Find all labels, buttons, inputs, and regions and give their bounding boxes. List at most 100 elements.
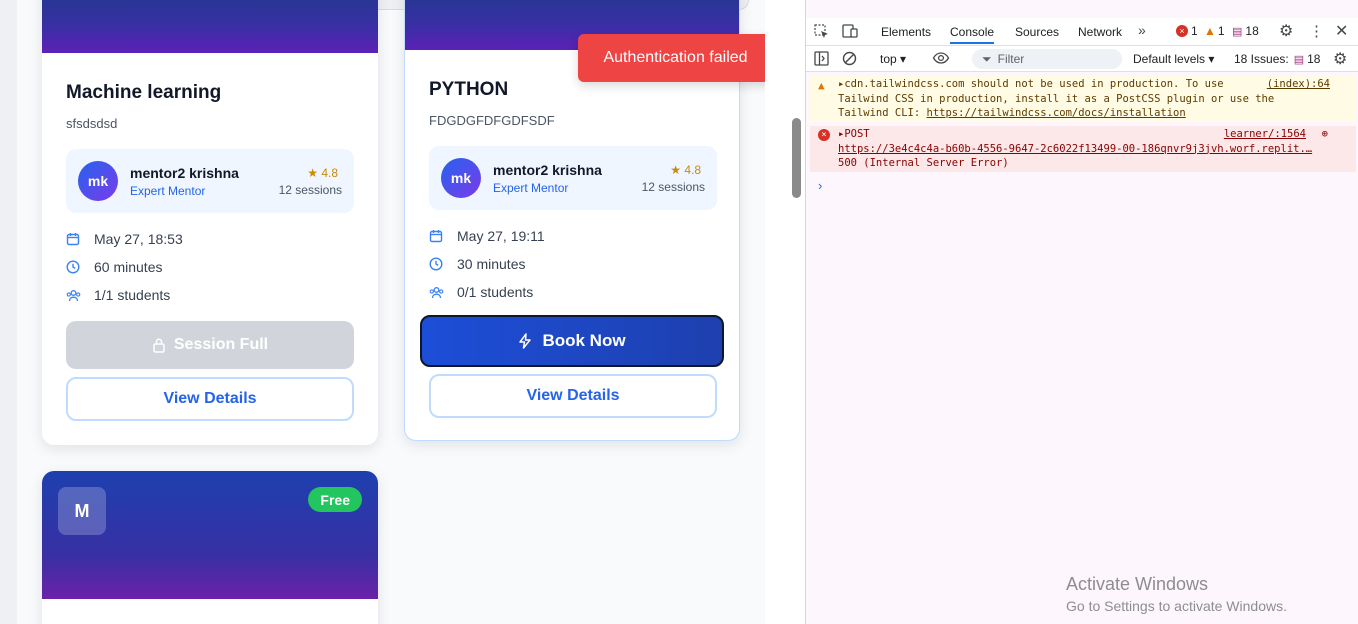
view-details-button[interactable]: View Details [66,377,354,421]
session-title: PYTHON [429,79,509,100]
context-selector[interactable]: top ▾ [880,52,906,66]
info-counter[interactable]: ▤ 18 [1232,24,1259,38]
issues-icon: ▤ [1293,53,1305,66]
log-levels-dropdown[interactable]: Default levels ▾ [1133,52,1214,66]
session-full-label: Session Full [173,336,269,353]
free-badge: Free [308,487,362,512]
levels-label: Default levels [1133,52,1206,66]
duration-text: 60 minutes [94,259,163,275]
devtools-tabbar: Elements Console Sources Network » × 1 ▲… [806,18,1358,46]
more-options-icon[interactable]: ⋮ [1309,22,1324,40]
view-details-button[interactable]: View Details [429,374,717,418]
console-settings-icon[interactable]: ⚙ [1333,49,1347,69]
session-card-machine-learning: Machine learning sfsdsdsd mk mentor2 kri… [42,0,378,445]
lock-icon [152,337,166,353]
device-toolbar-icon[interactable] [842,23,858,42]
mentor-box: mk mentor2 krishna Expert Mentor ★ 4.8 1… [66,149,354,213]
session-date: May 27, 19:11 [429,226,545,246]
students-text: 0/1 students [457,284,534,300]
tab-console[interactable]: Console [950,25,995,44]
mentor-role: Expert Mentor [493,181,569,195]
session-title: Machine learning [66,82,222,103]
mentor-box: mk mentor2 krishna Expert Mentor ★ 4.8 1… [429,146,717,210]
users-icon [66,287,82,303]
watermark-subtitle: Go to Settings to activate Windows. [1066,598,1287,614]
warning-counter[interactable]: ▲ 1 [1204,24,1225,38]
session-date: May 27, 18:53 [66,229,183,249]
session-description: sfsdsdsd [66,116,118,131]
calendar-icon [66,231,82,247]
date-text: May 27, 19:11 [457,228,545,244]
calendar-icon [429,228,445,244]
users-icon [429,284,445,300]
card-banner [42,0,378,53]
sessions-page: Machine learning sfsdsdsd mk mentor2 kri… [17,0,765,624]
issues-label: 18 Issues: [1234,52,1289,66]
clock-icon [66,259,82,275]
issues-link[interactable]: 18 Issues: ▤ 18 [1234,52,1320,66]
tailwind-docs-link[interactable]: https://tailwindcss.com/docs/installatio… [927,107,1186,119]
settings-gear-icon[interactable]: ⚙ [1279,21,1293,41]
inspect-icon[interactable] [814,24,829,42]
context-label: top [880,52,897,66]
clock-icon [429,256,445,272]
session-full-button[interactable]: Session Full [66,321,354,369]
mentor-role: Expert Mentor [130,184,206,198]
warning-icon: ▲ [1204,24,1216,38]
console-warning-message: ▲ ▸cdn.tailwindcss.com should not be use… [810,76,1356,122]
session-students: 1/1 students [66,285,170,305]
error-icon: × [818,129,830,141]
sidebar-toggle-icon[interactable] [814,51,829,69]
star-icon: ★ [670,163,681,177]
error-source-link[interactable]: learner/:1564 [1224,127,1306,142]
error-count: 1 [1191,24,1198,38]
book-now-button[interactable]: Book Now [420,315,724,367]
issues-count: 18 [1307,52,1321,66]
warning-count: 1 [1217,24,1225,38]
warning-icon: ▲ [818,79,825,92]
console-filter-input[interactable]: ⏷ Filter [972,49,1122,69]
message-icon: ▤ [1232,25,1243,38]
warning-line3: Tailwind CLI: [838,107,927,119]
mentor-rating: ★ 4.8 [307,166,338,180]
duration-text: 30 minutes [457,256,526,272]
rating-value: 4.8 [684,163,701,177]
console-error-message: × ▸POST https://3e4c4c4a-b60b-4556-9647-… [810,126,1356,172]
students-text: 1/1 students [94,287,171,303]
close-devtools-icon[interactable]: ✕ [1335,21,1348,41]
devtools-panel: Elements Console Sources Network » × 1 ▲… [805,0,1358,624]
card-banner: M Free [42,471,378,599]
left-margin [0,0,17,624]
more-tabs-icon[interactable]: » [1138,22,1146,38]
console-prompt-icon[interactable]: › [818,178,822,193]
mentor-sessions: 12 sessions [641,180,705,194]
console-toolbar: top ▾ ⏷ Filter Default levels ▾ 18 Issue… [806,46,1358,72]
clear-console-icon[interactable] [842,51,857,69]
filter-icon: ⏷ [982,51,992,66]
lightning-icon [518,333,532,349]
tab-network[interactable]: Network [1078,25,1122,39]
page-scroll-gutter [765,0,805,624]
warning-source-link[interactable]: (index):64 [1267,77,1330,92]
watermark-title: Activate Windows [1066,574,1209,594]
error-request-url[interactable]: https://3e4c4c4a-b60b-4556-9647-2c6022f1… [838,142,1338,157]
error-icon: × [1176,25,1188,37]
error-method: POST [844,128,870,140]
page-scrollbar[interactable] [792,118,801,198]
mentor-rating: ★ 4.8 [670,163,701,177]
tab-elements[interactable]: Elements [881,25,931,39]
rating-value: 4.8 [321,166,338,180]
session-duration: 30 minutes [429,254,525,274]
error-toast: Authentication failed [578,34,773,82]
date-text: May 27, 18:53 [94,231,183,247]
tab-sources[interactable]: Sources [1015,25,1059,39]
warning-line2: Tailwind CSS in production, install it a… [838,92,1275,105]
error-counter[interactable]: × 1 [1176,24,1198,38]
filter-placeholder: Filter [997,52,1025,66]
mentor-name: mentor2 krishna [493,162,602,178]
eye-icon[interactable] [932,49,950,70]
star-icon: ★ [307,166,318,180]
mentor-name: mentor2 krishna [130,165,239,181]
mentor-avatar: mk [441,158,481,198]
session-initial-box: M [58,487,106,535]
